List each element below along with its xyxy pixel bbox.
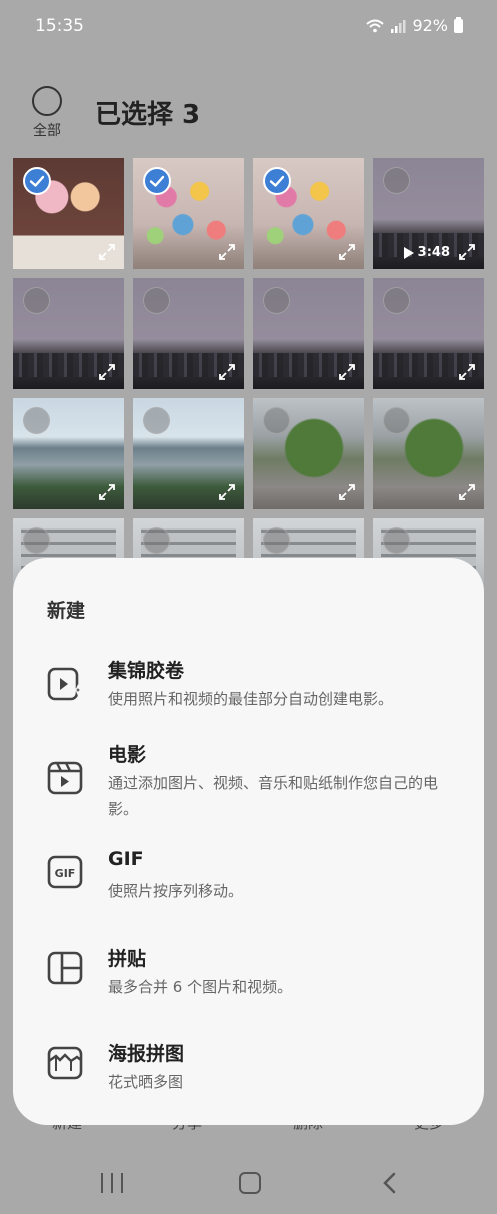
- expand-icon[interactable]: [218, 363, 236, 381]
- play-icon: [403, 246, 414, 259]
- video-duration: 3:48: [403, 245, 450, 260]
- select-checkbox[interactable]: [23, 287, 50, 314]
- select-checkbox[interactable]: [143, 407, 170, 434]
- collage-icon: [47, 951, 83, 985]
- expand-icon[interactable]: [458, 243, 476, 261]
- select-all-button[interactable]: 全部: [30, 86, 64, 140]
- expand-icon[interactable]: [458, 363, 476, 381]
- recent-apps-icon[interactable]: [101, 1173, 123, 1193]
- option-title: 拼贴: [108, 948, 147, 970]
- expand-icon[interactable]: [458, 483, 476, 501]
- sheet-title: 新建: [47, 600, 86, 622]
- option-poster-collage[interactable]: 海报拼图 花式晒多图: [47, 1037, 467, 1107]
- poster-collage-icon: [47, 1046, 83, 1080]
- expand-icon[interactable]: [338, 363, 356, 381]
- photo-thumbnail[interactable]: [253, 398, 364, 509]
- photo-thumbnail[interactable]: [13, 158, 124, 269]
- svg-text:GIF: GIF: [55, 867, 76, 880]
- home-icon[interactable]: [239, 1172, 261, 1194]
- option-description: 最多合并 6 个图片和视频。: [108, 978, 293, 996]
- photo-thumbnail[interactable]: [253, 158, 364, 269]
- option-title: 集锦胶卷: [108, 660, 185, 682]
- expand-icon[interactable]: [338, 483, 356, 501]
- option-title: 电影: [108, 744, 147, 766]
- select-checkbox[interactable]: [383, 167, 410, 194]
- expand-icon[interactable]: [338, 243, 356, 261]
- option-description: 通过添加图片、视频、音乐和贴纸制作您自己的电影。: [108, 774, 439, 818]
- movie-clapper-icon: [47, 761, 83, 795]
- option-title: 海报拼图: [108, 1043, 185, 1065]
- photo-thumbnail[interactable]: [133, 398, 244, 509]
- battery-icon: [454, 16, 463, 33]
- option-movie[interactable]: 电影 通过添加图片、视频、音乐和贴纸制作您自己的电影。: [47, 738, 467, 828]
- option-highlight-reel[interactable]: 集锦胶卷 使用照片和视频的最佳部分自动创建电影。: [47, 654, 467, 724]
- video-thumbnail[interactable]: 3:48: [373, 158, 484, 269]
- select-checkbox[interactable]: [23, 407, 50, 434]
- battery-percent: 92%: [412, 16, 448, 35]
- select-checkbox[interactable]: [143, 527, 170, 554]
- highlight-reel-icon: [47, 667, 83, 701]
- duration-text: 3:48: [417, 245, 450, 260]
- expand-icon[interactable]: [218, 483, 236, 501]
- photo-thumbnail[interactable]: [13, 278, 124, 389]
- page-title: 已选择 3: [95, 100, 201, 130]
- selected-check-icon[interactable]: [143, 167, 171, 195]
- select-checkbox[interactable]: [263, 527, 290, 554]
- option-description: 使照片按序列移动。: [108, 882, 244, 900]
- select-checkbox[interactable]: [263, 407, 290, 434]
- select-checkbox[interactable]: [383, 287, 410, 314]
- select-checkbox[interactable]: [23, 527, 50, 554]
- photo-thumbnail[interactable]: [133, 278, 244, 389]
- gif-icon: GIF: [47, 855, 83, 889]
- select-checkbox[interactable]: [383, 407, 410, 434]
- option-description: 花式晒多图: [108, 1073, 184, 1091]
- photo-thumbnail[interactable]: [373, 278, 484, 389]
- wifi-icon: [366, 19, 385, 32]
- signal-icon: [391, 19, 406, 33]
- option-title: GIF: [108, 848, 144, 870]
- expand-icon[interactable]: [98, 483, 116, 501]
- select-checkbox[interactable]: [383, 527, 410, 554]
- expand-icon[interactable]: [98, 243, 116, 261]
- photo-thumbnail[interactable]: [253, 278, 364, 389]
- expand-icon[interactable]: [218, 243, 236, 261]
- selected-check-icon[interactable]: [23, 167, 51, 195]
- status-icons: 92%: [366, 16, 463, 35]
- option-gif[interactable]: GIF GIF 使照片按序列移动。: [47, 846, 467, 916]
- select-all-label: 全部: [33, 123, 61, 139]
- select-checkbox[interactable]: [143, 287, 170, 314]
- photo-thumbnail[interactable]: [373, 398, 484, 509]
- status-bar: 15:35 92%: [0, 0, 497, 54]
- navigation-bar: [0, 1150, 497, 1214]
- option-collage[interactable]: 拼贴 最多合并 6 个图片和视频。: [47, 942, 467, 1012]
- select-all-checkbox[interactable]: [32, 86, 62, 116]
- photo-thumbnail[interactable]: [133, 158, 244, 269]
- photo-thumbnail[interactable]: [13, 398, 124, 509]
- expand-icon[interactable]: [98, 363, 116, 381]
- create-sheet: 新建 集锦胶卷 使用照片和视频的最佳部分自动创建电影。 电影 通过添加图片、视频…: [13, 558, 484, 1125]
- back-icon[interactable]: [380, 1172, 400, 1194]
- select-checkbox[interactable]: [263, 287, 290, 314]
- selected-check-icon[interactable]: [263, 167, 291, 195]
- status-time: 15:35: [35, 16, 84, 36]
- option-description: 使用照片和视频的最佳部分自动创建电影。: [108, 690, 394, 708]
